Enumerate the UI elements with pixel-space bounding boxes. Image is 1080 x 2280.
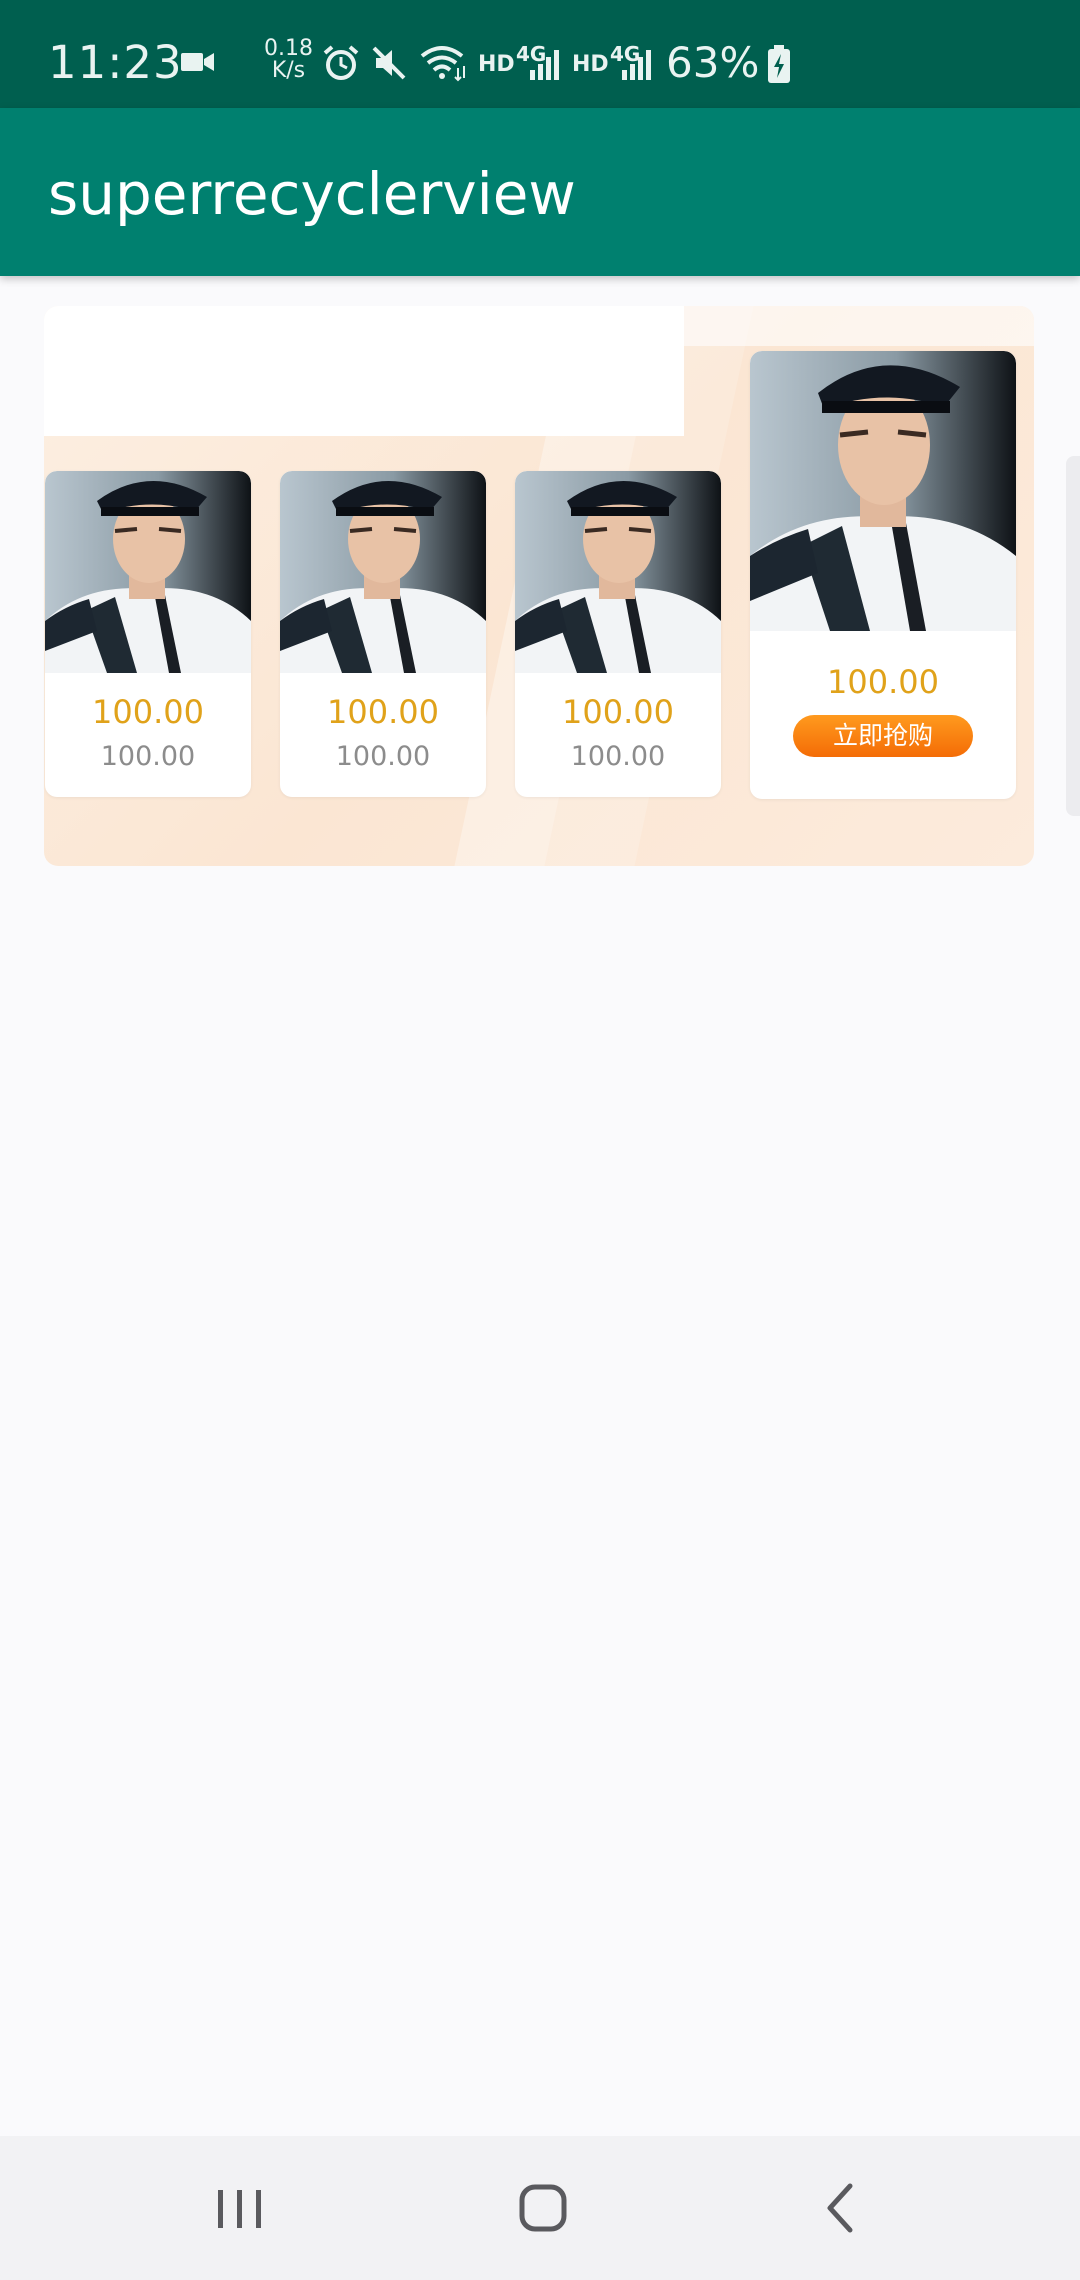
product-image	[45, 471, 251, 673]
product-card[interactable]: 100.00 100.00	[45, 471, 251, 797]
home-icon[interactable]	[482, 2178, 602, 2238]
product-card[interactable]: 100.00 100.00	[280, 471, 486, 797]
product-original-price: 100.00	[100, 741, 196, 772]
mute-icon	[372, 46, 406, 80]
wifi-icon	[420, 46, 465, 82]
battery-charging-icon	[768, 45, 790, 83]
buy-now-button[interactable]: 立即抢购	[793, 715, 973, 757]
product-original-price: 100.00	[570, 741, 666, 772]
product-price: 100.00	[562, 693, 674, 731]
next-banner-peek[interactable]	[1066, 456, 1080, 816]
alarm-icon	[323, 45, 359, 80]
product-price: 100.00	[327, 693, 439, 731]
product-price: 100.00	[92, 693, 204, 731]
video-camera-icon	[181, 53, 214, 71]
recent-apps-icon[interactable]	[180, 2178, 300, 2238]
featured-product-card[interactable]: 100.00 立即抢购	[750, 351, 1016, 799]
app-bar: superrecyclerview	[0, 108, 1080, 276]
product-price: 100.00	[827, 663, 939, 701]
hd-label: HD	[478, 52, 515, 77]
product-card[interactable]: 100.00 100.00	[515, 471, 721, 797]
status-bar: 11:23 0.18 K/s HD 4G HD 4G 63%	[0, 0, 1080, 108]
back-icon[interactable]	[784, 2178, 904, 2238]
network-rate: 0.18 K/s	[264, 36, 313, 83]
signal-icon	[530, 50, 559, 80]
product-image	[515, 471, 721, 673]
navigation-bar	[0, 2136, 1080, 2280]
battery-percent: 63%	[666, 38, 760, 87]
product-original-price: 100.00	[335, 741, 431, 772]
signal-icon	[622, 50, 651, 80]
product-image	[280, 471, 486, 673]
status-time: 11:23	[48, 36, 183, 89]
product-image	[750, 351, 1016, 631]
hd-label: HD	[572, 52, 609, 77]
app-title: superrecyclerview	[48, 160, 576, 228]
